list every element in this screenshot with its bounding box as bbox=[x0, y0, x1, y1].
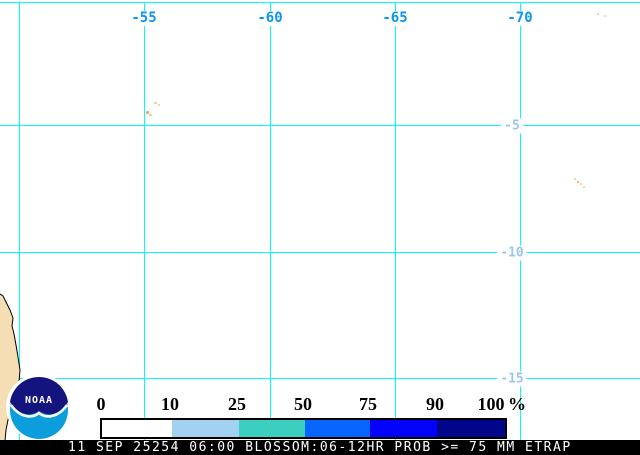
colorbar-tick-label: 90 bbox=[426, 394, 444, 414]
island-dot bbox=[574, 178, 576, 180]
island-dot bbox=[577, 181, 579, 183]
island-dot bbox=[604, 15, 606, 17]
longitude-label: -55 bbox=[129, 11, 158, 26]
colorbar-segment bbox=[239, 420, 305, 437]
longitude-label: -60 bbox=[255, 11, 284, 26]
gridline-vertical-55w bbox=[144, 2, 145, 440]
colorbar-segment bbox=[370, 420, 437, 437]
colorbar-tick-label: 50 bbox=[294, 394, 312, 414]
island-dot bbox=[597, 13, 599, 15]
colorbar-tick-label: 25 bbox=[228, 394, 246, 414]
island-dot bbox=[583, 186, 585, 188]
latitude-label: -10 bbox=[497, 246, 526, 261]
colorbar-segment bbox=[305, 420, 370, 437]
colorbar-tick-label: 10 bbox=[161, 394, 179, 414]
colorbar-segment bbox=[172, 420, 239, 437]
gridline-horizontal-top bbox=[0, 2, 640, 3]
island-dot bbox=[580, 183, 582, 185]
noaa-logo: NOAA bbox=[6, 374, 72, 440]
weather-probability-map: -55 -60 -65 -70 -5 -10 -15 0 10 25 50 75… bbox=[0, 0, 640, 455]
colorbar-segment bbox=[437, 420, 505, 437]
gridline-vertical-65w bbox=[395, 2, 396, 440]
island-dot bbox=[158, 104, 160, 106]
colorbar-segment bbox=[102, 420, 172, 437]
longitude-label: -65 bbox=[380, 11, 409, 26]
probability-colorbar bbox=[100, 418, 507, 439]
percent-unit-label: % bbox=[508, 394, 526, 414]
map-canvas: -55 -60 -65 -70 -5 -10 -15 bbox=[0, 0, 640, 440]
island-dot bbox=[154, 102, 157, 104]
island-dot bbox=[149, 114, 152, 116]
noaa-logo-text: NOAA bbox=[25, 395, 53, 406]
gridline-vertical-60w bbox=[270, 2, 271, 440]
latitude-label: -15 bbox=[497, 372, 526, 387]
colorbar-tick-label: 0 bbox=[97, 394, 106, 414]
status-bar: 11 SEP 25254 06:00 BLOSSOM:06-12HR PROB … bbox=[0, 440, 640, 455]
longitude-label: -70 bbox=[505, 11, 534, 26]
colorbar-tick-label: 100 bbox=[478, 394, 505, 414]
status-bar-text: 11 SEP 25254 06:00 BLOSSOM:06-12HR PROB … bbox=[0, 440, 640, 455]
latitude-label: -5 bbox=[501, 119, 523, 134]
gridline-horizontal-15s bbox=[0, 378, 640, 379]
colorbar-tick-label: 75 bbox=[359, 394, 377, 414]
gridline-horizontal-10s bbox=[0, 252, 640, 253]
gridline-horizontal-5s bbox=[0, 125, 640, 126]
